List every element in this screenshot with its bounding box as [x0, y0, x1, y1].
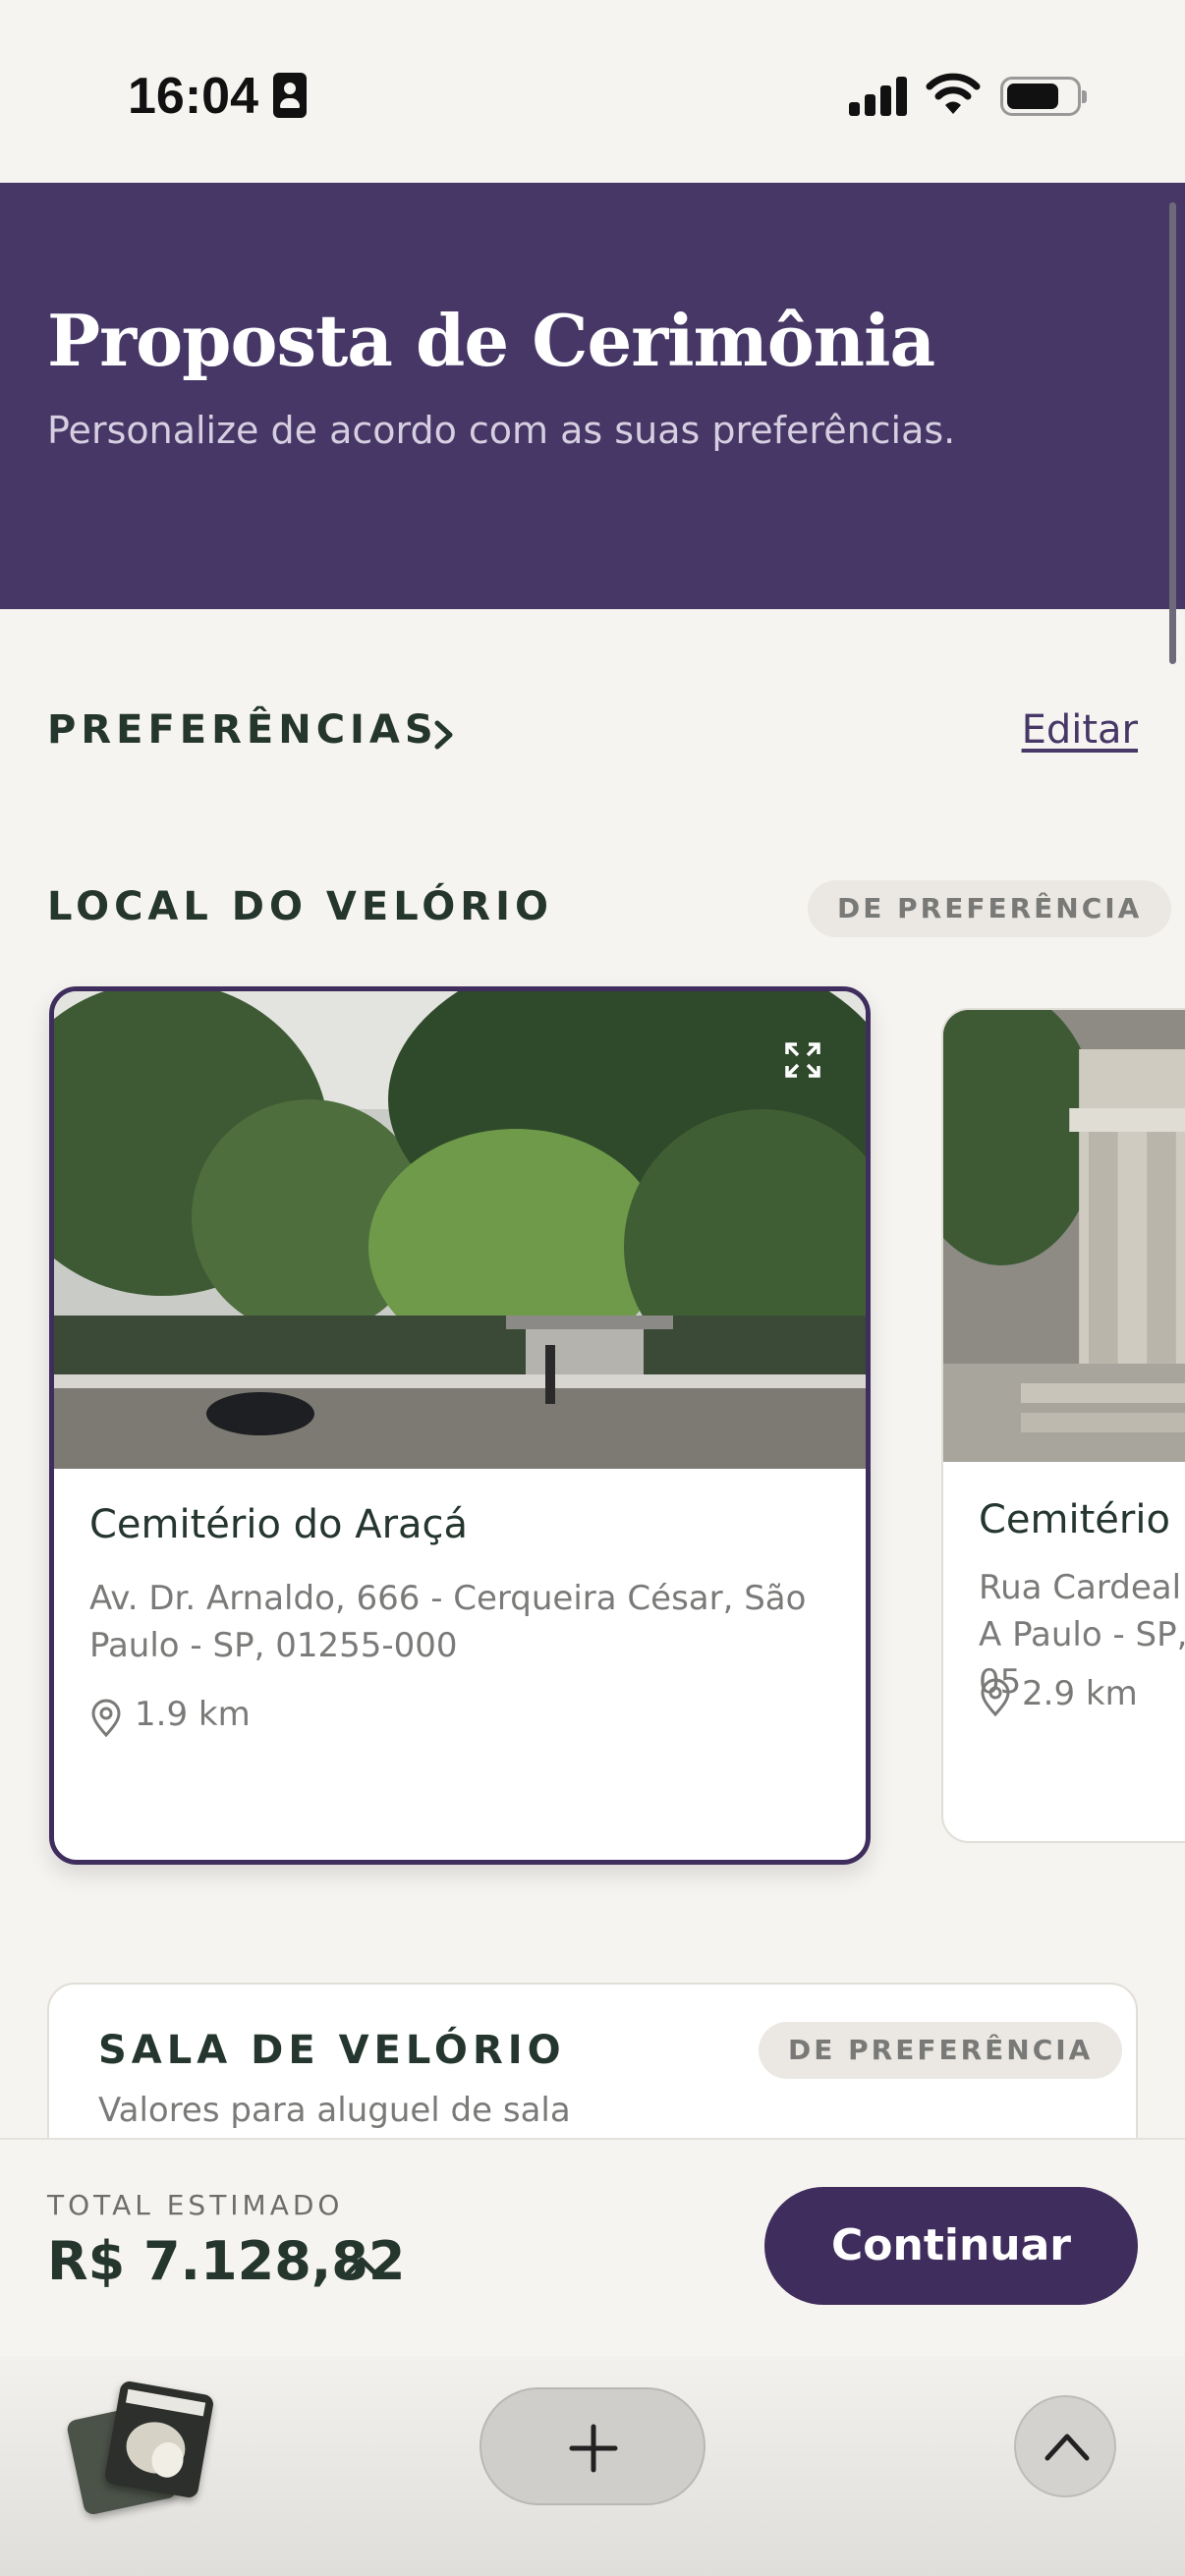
wifi-icon — [926, 73, 981, 114]
new-tab-button[interactable] — [480, 2387, 705, 2505]
room-section-title: SALA DE VELÓRIO — [98, 2028, 566, 2073]
page-subtitle: Personalize de acordo com as suas prefer… — [47, 409, 956, 452]
location-pin-icon — [91, 1699, 121, 1738]
scrollbar[interactable] — [1169, 202, 1176, 664]
header-banner: Proposta de Cerimônia Personalize de aco… — [0, 183, 1185, 609]
preferences-row[interactable]: PREFERÊNCIAS Editar — [47, 701, 1138, 760]
page-title: Proposta de Cerimônia — [47, 299, 935, 382]
expand-icon[interactable] — [783, 1040, 822, 1080]
scroll-up-button[interactable] — [1014, 2395, 1116, 2497]
preferences-label: PREFERÊNCIAS — [47, 707, 438, 753]
chevron-right-icon[interactable] — [424, 715, 464, 755]
venue-photo — [54, 991, 866, 1469]
contact-card-icon — [273, 73, 307, 118]
venue-distance: 1.9 km — [135, 1695, 251, 1734]
venue-distance: 2.9 km — [1022, 1674, 1138, 1713]
tabs-thumbnail-icon[interactable] — [65, 2380, 215, 2516]
venue-photo — [943, 1010, 1185, 1462]
venue-name: Cemitério S — [979, 1497, 1185, 1542]
edit-preferences-link[interactable]: Editar — [1022, 707, 1138, 753]
venue-card[interactable]: Cemitério S Rua Cardeal A Paulo - SP, 05… — [941, 1008, 1185, 1843]
room-section-description: Valores para aluguel de sala — [98, 2091, 571, 2130]
preference-badge: DE PREFERÊNCIA — [808, 880, 1172, 937]
browser-toolbar — [0, 2356, 1185, 2576]
venue-address: Av. Dr. Arnaldo, 666 - Cerqueira César, … — [89, 1579, 807, 1665]
cellular-signal-icon — [849, 75, 908, 116]
chevron-up-icon[interactable] — [340, 2246, 383, 2285]
venue-name: Cemitério do Araçá — [89, 1502, 469, 1547]
preference-badge: DE PREFERÊNCIA — [759, 2022, 1123, 2079]
continue-button[interactable]: Continuar — [764, 2187, 1138, 2305]
status-bar: 16:04 — [0, 0, 1185, 183]
venue-section-title: LOCAL DO VELÓRIO — [47, 884, 553, 929]
total-footer: TOTAL ESTIMADO R$ 7.128,82 Continuar — [0, 2138, 1185, 2356]
location-pin-icon — [981, 1678, 1010, 1717]
total-label: TOTAL ESTIMADO — [47, 2189, 344, 2221]
chevron-up-icon — [1044, 2434, 1090, 2461]
venue-card-selected[interactable]: Cemitério do Araçá Av. Dr. Arnaldo, 666 … — [49, 986, 871, 1865]
status-time: 16:04 — [128, 68, 258, 125]
plus-icon — [569, 2424, 618, 2473]
battery-icon — [1000, 77, 1087, 116]
